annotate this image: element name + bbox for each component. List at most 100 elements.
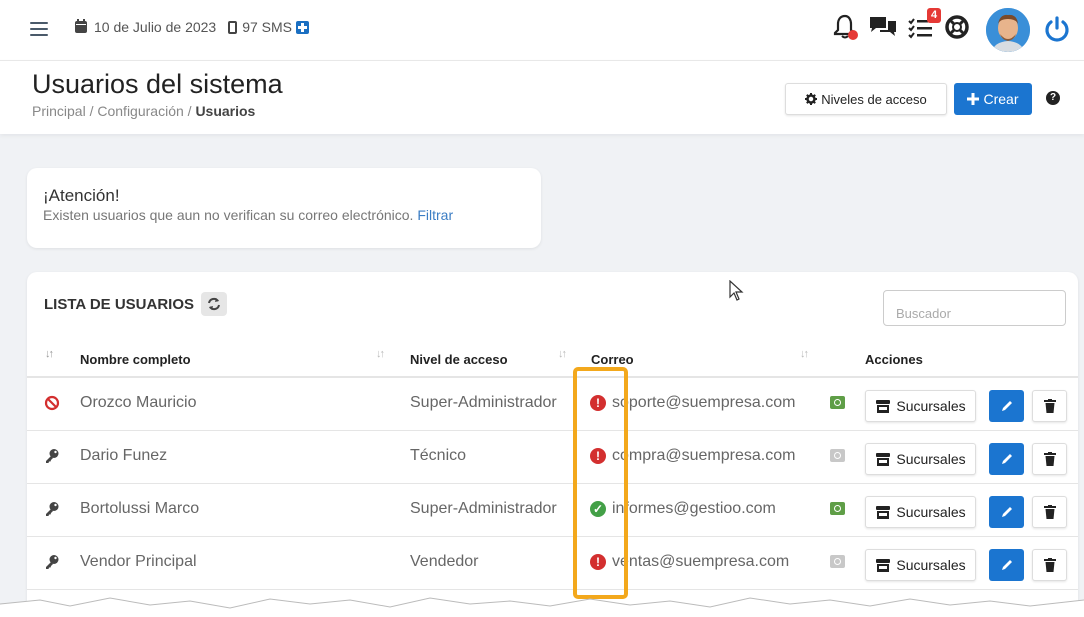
user-email: informes@gestioo.com	[612, 500, 776, 517]
column-actions: Acciones	[865, 352, 923, 367]
alert-title: ¡Atención!	[43, 186, 120, 205]
store-icon	[876, 399, 891, 413]
email-status-highlight	[573, 367, 628, 599]
breadcrumb-config[interactable]: Configuración	[97, 103, 183, 119]
key-icon	[46, 502, 59, 516]
phone-icon	[228, 20, 238, 34]
table-header: ↓↑ Nombre completo ↓↑ Nivel de acceso ↓↑…	[27, 342, 1078, 378]
alert-message: Existen usuarios que aun no verifican su…	[43, 207, 414, 223]
access-levels-label: Niveles de acceso	[821, 91, 927, 107]
page-header: Usuarios del sistema Principal / Configu…	[0, 60, 1084, 134]
menu-icon[interactable]	[30, 22, 48, 36]
sms-count: 97 SMS	[242, 19, 293, 35]
edit-button[interactable]	[989, 496, 1024, 528]
support-icon[interactable]	[944, 14, 970, 40]
sort-icon[interactable]: ↓↑	[45, 348, 54, 360]
refresh-button[interactable]	[201, 292, 228, 316]
ban-icon	[44, 395, 60, 411]
user-name: Orozco Mauricio	[80, 394, 197, 411]
branches-button[interactable]: Sucursales	[865, 549, 976, 581]
breadcrumb-separator: /	[89, 103, 94, 119]
current-date: 10 de Julio de 2023	[94, 19, 217, 35]
key-icon	[46, 555, 59, 569]
user-email: ventas@suempresa.com	[612, 553, 790, 570]
users-panel: LISTA DE USUARIOS ↓↑ Nombre completo ↓↑ …	[27, 272, 1078, 617]
filter-link[interactable]: Filtrar	[417, 207, 453, 223]
user-access-level: Técnico	[410, 447, 467, 464]
pencil-icon	[1001, 507, 1012, 517]
store-icon	[876, 558, 891, 572]
refresh-icon	[208, 297, 220, 311]
camera-icon[interactable]	[830, 555, 845, 568]
tasks-badge: 4	[927, 8, 942, 23]
sort-icon[interactable]: ↓↑	[558, 348, 567, 360]
breadcrumb-home[interactable]: Principal	[32, 103, 86, 119]
pencil-icon	[1001, 401, 1012, 411]
branches-button[interactable]: Sucursales	[865, 390, 976, 422]
trash-icon	[1043, 505, 1056, 519]
breadcrumb-separator: /	[187, 103, 192, 119]
table-row: Orozco Mauricio Super-Administrador! sopor…	[27, 378, 1078, 431]
plus-icon	[967, 93, 980, 105]
sort-icon[interactable]: ↓↑	[376, 348, 385, 360]
trash-icon	[1043, 558, 1056, 572]
top-info: 10 de Julio de 2023 97 SMS	[75, 19, 310, 35]
page-title: Usuarios del sistema	[32, 69, 283, 99]
column-name[interactable]: Nombre completo	[80, 348, 191, 372]
table-row: Vendor Principal Vendedor! ventas@suempres…	[27, 537, 1078, 590]
edit-button[interactable]	[989, 390, 1024, 422]
delete-button[interactable]	[1032, 390, 1067, 422]
user-name: Vendor Principal	[80, 553, 197, 570]
alert-text: Existen usuarios que aun no verifican su…	[43, 207, 541, 223]
key-icon	[46, 449, 59, 463]
camera-icon[interactable]	[830, 396, 845, 409]
add-sms-icon[interactable]	[296, 20, 310, 34]
camera-icon[interactable]	[830, 502, 845, 515]
create-label: Crear	[983, 91, 1019, 107]
user-name: Dario Funez	[80, 447, 168, 464]
delete-button[interactable]	[1032, 443, 1067, 475]
sort-icon[interactable]: ↓↑	[800, 348, 809, 360]
branches-button[interactable]: Sucursales	[865, 443, 976, 475]
torn-edge	[0, 597, 1084, 617]
branches-label: Sucursales	[896, 398, 966, 414]
user-access-level: Vendedor	[410, 553, 479, 570]
user-name: Bortolussi Marco	[80, 500, 200, 517]
pencil-icon	[1001, 560, 1012, 570]
camera-icon[interactable]	[830, 449, 845, 462]
users-list-title: LISTA DE USUARIOS	[44, 295, 195, 313]
breadcrumb-current: Usuarios	[195, 103, 256, 119]
user-email: compra@suempresa.com	[612, 447, 796, 464]
column-level[interactable]: Nivel de acceso	[410, 348, 508, 372]
power-icon[interactable]	[1043, 15, 1071, 43]
table-row: Bortolussi Marco Super-Administrador ✓ info…	[27, 484, 1078, 537]
user-access-level: Super-Administrador	[410, 500, 557, 517]
branches-button[interactable]: Sucursales	[865, 496, 976, 528]
breadcrumb: Principal / Configuración / Usuarios	[32, 103, 255, 119]
panel-title: LISTA DE USUARIOS	[44, 292, 228, 316]
gear-icon	[805, 93, 818, 105]
edit-button[interactable]	[989, 549, 1024, 581]
store-icon	[876, 452, 891, 466]
trash-icon	[1043, 399, 1056, 413]
edit-button[interactable]	[989, 443, 1024, 475]
delete-button[interactable]	[1032, 549, 1067, 581]
bell-icon[interactable]	[832, 12, 860, 42]
chat-icon[interactable]	[868, 14, 898, 40]
user-access-level: Super-Administrador	[410, 394, 557, 411]
table-row: Dario Funez Técnico! compra@suempresa.com S…	[27, 431, 1078, 484]
search-input[interactable]	[883, 290, 1066, 326]
delete-button[interactable]	[1032, 496, 1067, 528]
user-email: soporte@suempresa.com	[612, 394, 796, 411]
create-button[interactable]: Crear	[954, 83, 1032, 115]
branches-label: Sucursales	[896, 557, 966, 573]
calendar-icon	[75, 19, 87, 33]
user-avatar[interactable]	[986, 8, 1030, 52]
top-bar: 10 de Julio de 2023 97 SMS 4	[0, 0, 1084, 60]
trash-icon	[1043, 452, 1056, 466]
mouse-cursor-icon	[729, 280, 744, 301]
help-icon[interactable]: ?	[1046, 91, 1060, 105]
branches-label: Sucursales	[896, 504, 966, 520]
access-levels-button[interactable]: Niveles de acceso	[785, 83, 947, 115]
pencil-icon	[1001, 454, 1012, 464]
